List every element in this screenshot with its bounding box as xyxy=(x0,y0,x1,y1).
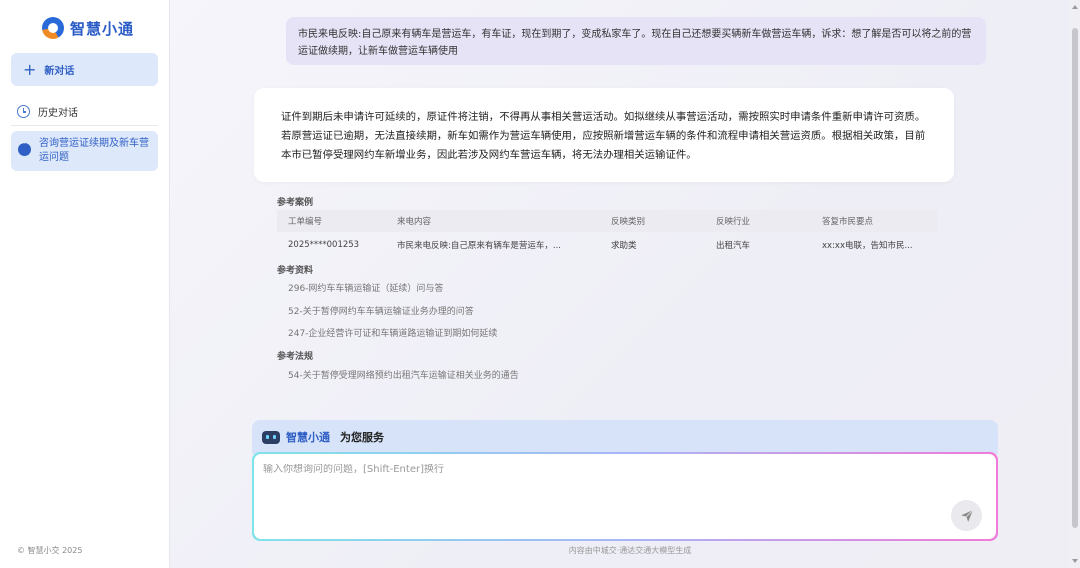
regulations-title: 参考法规 xyxy=(277,352,314,362)
reference-case-table: 工单编号 来电内容 反映类别 反映行业 答复市民要点 2025****00125… xyxy=(277,210,937,258)
divider xyxy=(11,125,158,126)
composer-header: 智慧小通 为您服务 xyxy=(252,420,998,454)
column-header: 答复市民要点 xyxy=(822,217,874,227)
scroll-up-arrow-icon[interactable] xyxy=(1072,5,1078,9)
composer-box xyxy=(252,452,998,541)
cases-title: 参考案例 xyxy=(277,198,314,208)
material-link[interactable]: 296-网约车车辆运输证（延续）问与答 xyxy=(288,281,443,294)
new-chat-button[interactable]: + 新对话 xyxy=(11,53,158,86)
message-input[interactable] xyxy=(263,464,913,475)
composer-serve-text: 为您服务 xyxy=(340,431,384,444)
table-cell: 求助类 xyxy=(611,241,637,251)
material-link[interactable]: 52-关于暂停网约车车辆运输证业务办理的问答 xyxy=(288,304,474,317)
sidebar: 智慧小通 + 新对话 历史对话 咨询营运证续期及新车营运问题 © 智慧小交 20… xyxy=(0,0,170,568)
send-icon xyxy=(960,509,973,522)
send-button[interactable] xyxy=(951,500,982,531)
footer-note: 内容由中城交·通达交通大模型生成 xyxy=(568,546,692,555)
clock-icon xyxy=(17,105,30,118)
logo-text: 智慧小通 xyxy=(70,19,135,38)
new-chat-label: 新对话 xyxy=(44,66,75,77)
table-header: 工单编号 来电内容 反映类别 反映行业 答复市民要点 xyxy=(277,210,937,232)
ai-message: 证件到期后未申请许可延续的，原证件将注销，不得再从事相关营运活动。如拟继续从事营… xyxy=(254,88,954,182)
robot-icon xyxy=(262,430,280,444)
column-header: 工单编号 xyxy=(288,217,323,227)
material-link[interactable]: 247-企业经营许可证和车辆道路运输证到期如何延续 xyxy=(288,326,497,339)
logo-icon xyxy=(42,17,64,39)
plus-icon: + xyxy=(23,59,37,79)
materials-title: 参考资料 xyxy=(277,266,314,276)
user-message: 市民来电反映:自己原来有辆车是营运车，有车证，现在到期了，变成私家车了。现在自己… xyxy=(286,17,986,65)
conversation-item[interactable]: 咨询营运证续期及新车营运问题 xyxy=(11,131,158,171)
regulation-link[interactable]: 54-关于暂停受理网络预约出租汽车运输证相关业务的通告 xyxy=(288,368,519,381)
chat-main: 市民来电反映:自己原来有辆车是营运车，有车证，现在到期了，变成私家车了。现在自己… xyxy=(170,0,1080,568)
column-header: 来电内容 xyxy=(397,217,432,227)
copyright: © 智慧小交 2025 xyxy=(17,546,83,555)
scrollbar[interactable] xyxy=(1070,0,1080,568)
app-logo: 智慧小通 xyxy=(42,16,134,40)
composer-brand: 智慧小通 xyxy=(286,431,330,444)
table-cell: 市民来电反映:自己原来有辆车是营运车，... xyxy=(397,241,561,251)
scroll-thumb[interactable] xyxy=(1072,28,1078,528)
chat-bubble-icon xyxy=(18,139,31,156)
scroll-down-arrow-icon[interactable] xyxy=(1072,559,1078,563)
composer-inner xyxy=(254,454,996,539)
table-cell: xx:xx电联，告知市民... xyxy=(822,241,913,251)
column-header: 反映类别 xyxy=(611,217,646,227)
history-header: 历史对话 xyxy=(17,104,78,119)
table-row[interactable]: 2025****001253 市民来电反映:自己原来有辆车是营运车，... 求助… xyxy=(277,232,937,258)
history-label: 历史对话 xyxy=(38,108,78,119)
table-cell: 出租汽车 xyxy=(716,241,751,251)
conversation-label: 咨询营运证续期及新车营运问题 xyxy=(39,138,149,163)
column-header: 反映行业 xyxy=(716,217,751,227)
table-cell: 2025****001253 xyxy=(288,240,360,250)
